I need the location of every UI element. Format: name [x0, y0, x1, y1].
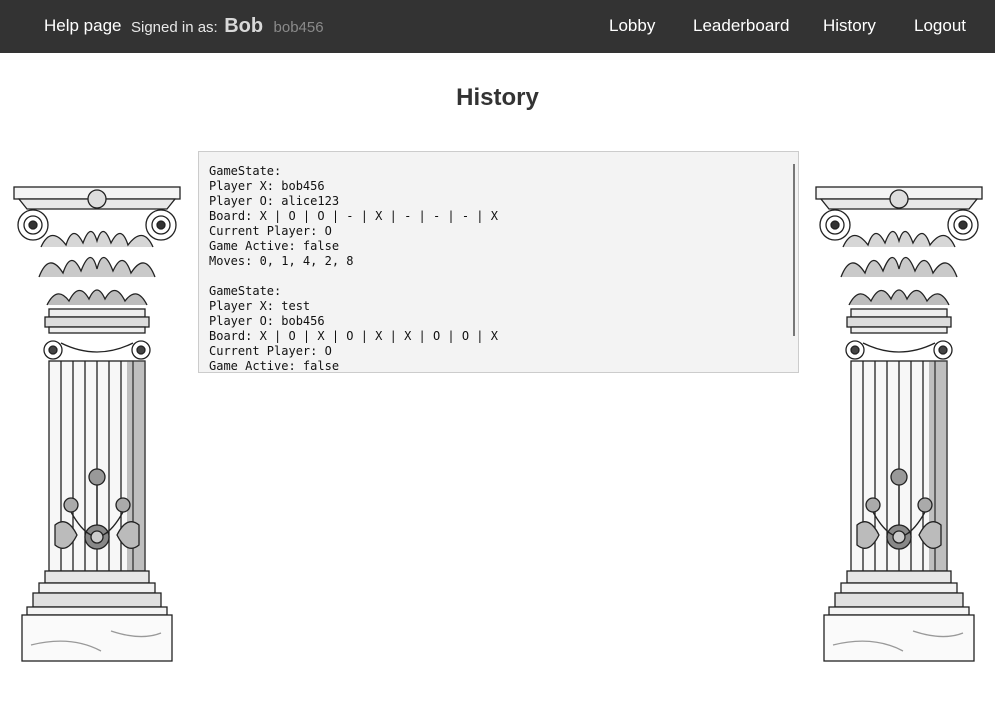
signed-in-status: Signed in as: Bob bob456: [131, 13, 324, 41]
page-title: History: [456, 84, 539, 111]
lobby-link[interactable]: Lobby: [609, 15, 655, 37]
history-scrollbar[interactable]: [793, 164, 795, 336]
history-log-box[interactable]: GameState: Player X: bob456 Player O: al…: [198, 151, 799, 373]
history-link[interactable]: History: [823, 15, 876, 37]
corinthian-column-icon: [13, 186, 181, 662]
corinthian-column-icon: [815, 186, 983, 662]
logout-link[interactable]: Logout: [914, 15, 966, 37]
signed-in-label: Signed in as:: [131, 19, 218, 36]
user-display-name: Bob: [224, 15, 264, 37]
leaderboard-link[interactable]: Leaderboard: [693, 15, 789, 37]
top-navbar: Help page Signed in as: Bob bob456 Lobby…: [0, 0, 995, 53]
help-page-link[interactable]: Help page: [44, 15, 122, 37]
history-log-text: GameState: Player X: bob456 Player O: al…: [209, 164, 498, 373]
username: bob456: [273, 19, 324, 36]
